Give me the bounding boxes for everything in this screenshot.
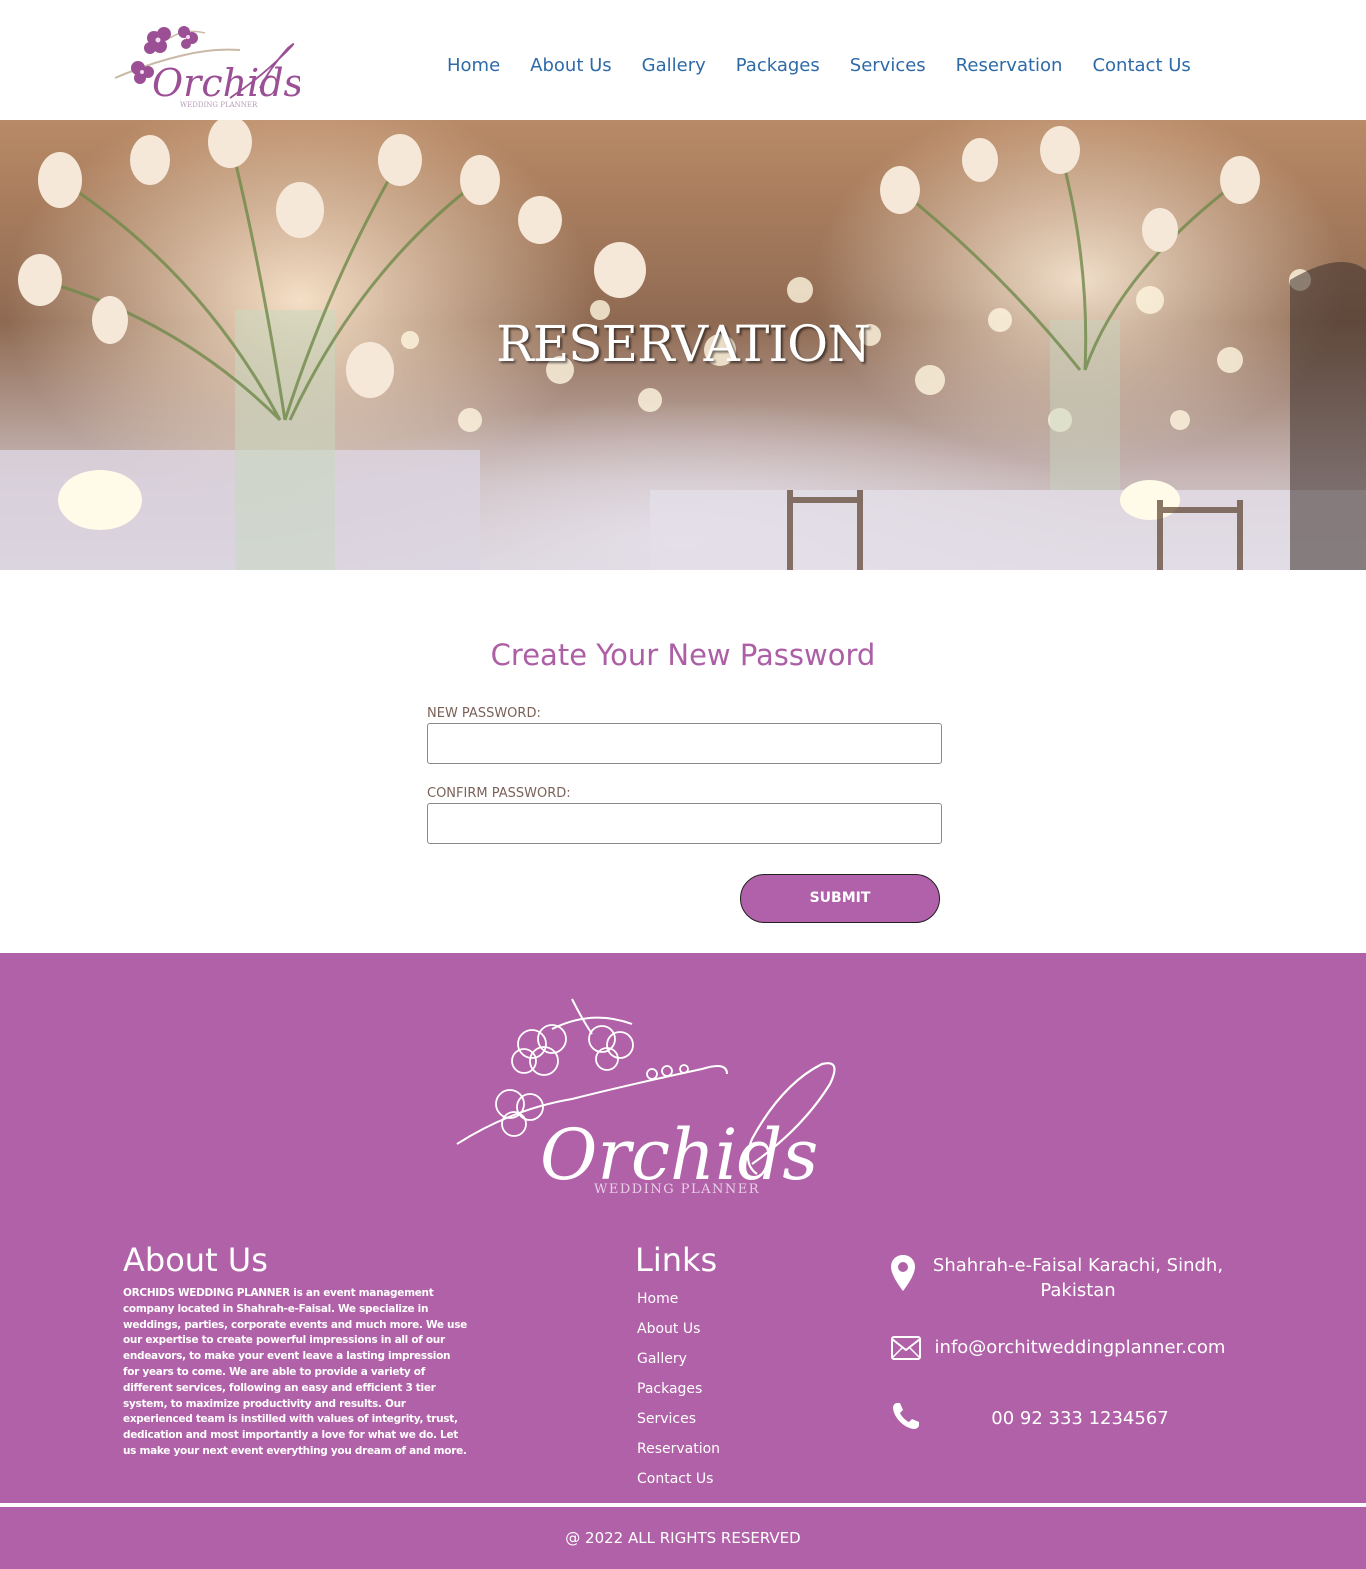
- envelope-icon: [891, 1336, 921, 1365]
- footer-orchids-logo: Orchids WEDDING PLANNER: [452, 989, 844, 1199]
- svg-text:WEDDING PLANNER: WEDDING PLANNER: [180, 101, 258, 109]
- nav-home[interactable]: Home: [447, 55, 500, 76]
- footer-link-gallery[interactable]: Gallery: [637, 1351, 720, 1381]
- copyright-text: @ 2022 ALL RIGHTS RESERVED: [565, 1529, 801, 1547]
- footer-link-reservation[interactable]: Reservation: [637, 1441, 720, 1471]
- address-line-1: Shahrah-e-Faisal Karachi, Sindh,: [932, 1255, 1224, 1276]
- nav-reservation[interactable]: Reservation: [956, 55, 1063, 76]
- footer-about-text: ORCHIDS WEDDING PLANNER is an event mana…: [123, 1287, 467, 1457]
- footer-link-home[interactable]: Home: [637, 1291, 720, 1321]
- footer-email[interactable]: info@orchitweddingplanner.com: [930, 1337, 1230, 1358]
- footer-address: Shahrah-e-Faisal Karachi, Sindh, Pakista…: [925, 1255, 1231, 1301]
- location-pin-icon: [890, 1254, 916, 1297]
- confirm-password-input[interactable]: [427, 803, 942, 844]
- nav-services[interactable]: Services: [850, 55, 926, 76]
- site-footer: Orchids WEDDING PLANNER About Us ORCHIDS…: [0, 953, 1366, 1503]
- page-title: RESERVATION: [496, 315, 871, 373]
- footer-link-services[interactable]: Services: [637, 1411, 720, 1441]
- orchids-logo[interactable]: Orchids WEDDING PLANNER: [110, 8, 303, 112]
- nav-packages[interactable]: Packages: [736, 55, 820, 76]
- nav-about-us[interactable]: About Us: [530, 55, 612, 76]
- form-heading: Create Your New Password: [490, 638, 876, 672]
- new-password-label: NEW PASSWORD:: [427, 706, 541, 721]
- submit-button[interactable]: SUBMIT: [740, 874, 940, 923]
- footer-link-contact-us[interactable]: Contact Us: [637, 1471, 720, 1501]
- footer-links-heading: Links: [635, 1241, 718, 1279]
- copyright-bar: @ 2022 ALL RIGHTS RESERVED: [0, 1507, 1366, 1569]
- footer-about-heading: About Us: [123, 1241, 268, 1279]
- site-header: Orchids WEDDING PLANNER Home About Us Ga…: [0, 0, 1366, 120]
- svg-text:WEDDING PLANNER: WEDDING PLANNER: [594, 1182, 760, 1197]
- phone-icon: [891, 1401, 921, 1436]
- footer-link-about-us[interactable]: About Us: [637, 1321, 720, 1351]
- new-password-input[interactable]: [427, 723, 942, 764]
- hero-banner: RESERVATION: [0, 120, 1366, 570]
- address-line-2: Pakistan: [1040, 1280, 1116, 1301]
- nav-gallery[interactable]: Gallery: [642, 55, 706, 76]
- main-nav: Home About Us Gallery Packages Services …: [447, 55, 1191, 76]
- confirm-password-label: CONFIRM PASSWORD:: [427, 786, 571, 801]
- nav-contact-us[interactable]: Contact Us: [1092, 55, 1190, 76]
- footer-phone[interactable]: 00 92 333 1234567: [960, 1408, 1200, 1429]
- footer-links-list: Home About Us Gallery Packages Services …: [637, 1291, 720, 1501]
- svg-text:Orchids: Orchids: [152, 61, 300, 105]
- footer-link-packages[interactable]: Packages: [637, 1381, 720, 1411]
